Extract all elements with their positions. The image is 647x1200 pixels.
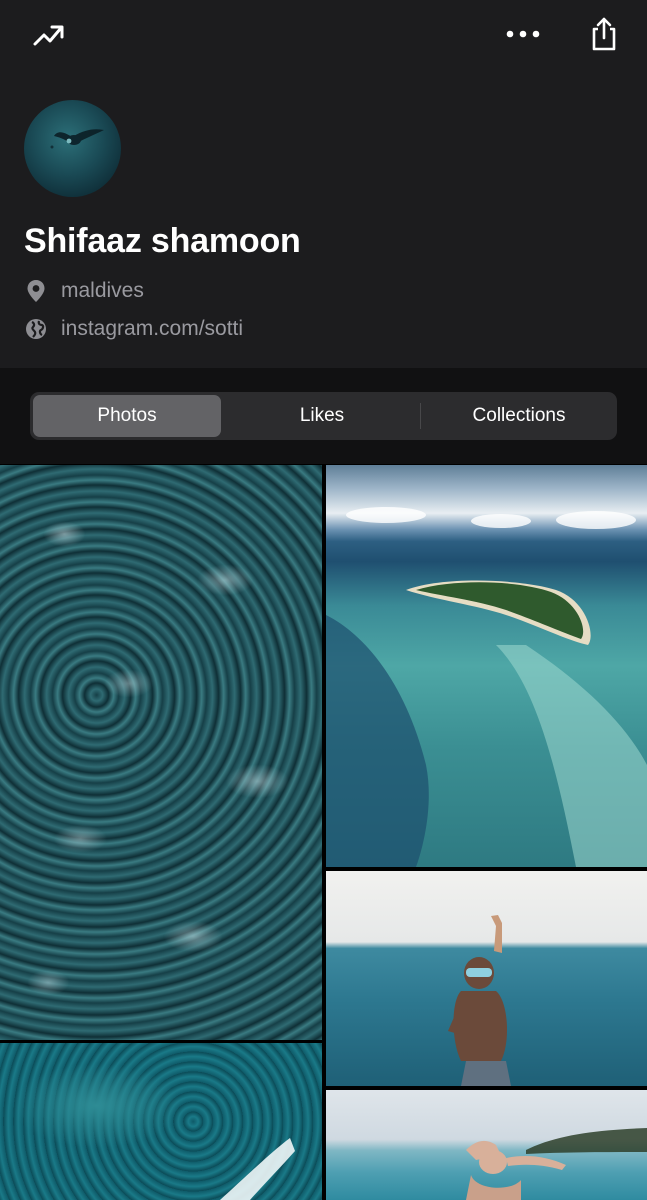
photo-reef-aerial[interactable] xyxy=(0,1043,322,1200)
share-icon xyxy=(592,17,616,51)
location-text: maldives xyxy=(61,279,144,302)
trending-up-icon xyxy=(33,25,64,46)
tab-likes[interactable]: Likes xyxy=(228,395,416,437)
swimmer-illustration xyxy=(466,1128,647,1200)
segmented-control: Photos Likes Collections xyxy=(30,392,617,440)
trending-button[interactable] xyxy=(28,14,68,54)
website-row[interactable]: instagram.com/sotti xyxy=(24,317,243,341)
location-row: maldives xyxy=(24,279,144,303)
segment-divider xyxy=(420,403,421,429)
photo-aerial-atoll[interactable] xyxy=(326,465,647,867)
more-icon xyxy=(506,30,540,38)
profile-screen: Shifaaz shamoon maldives instagram.com/s… xyxy=(0,0,647,1200)
tab-bar-area: Photos Likes Collections xyxy=(0,368,647,464)
website-link[interactable]: instagram.com/sotti xyxy=(61,317,243,341)
atoll-illustration xyxy=(326,507,647,867)
manta-ray-image xyxy=(50,129,104,149)
profile-header: Shifaaz shamoon maldives instagram.com/s… xyxy=(0,0,647,368)
profile-name: Shifaaz shamoon xyxy=(24,222,301,260)
boat-wake-illustration xyxy=(220,1138,295,1200)
share-button[interactable] xyxy=(584,14,624,54)
photo-swimmer[interactable] xyxy=(326,1090,647,1200)
photo-snorkeler[interactable] xyxy=(326,871,647,1086)
tab-collections[interactable]: Collections xyxy=(424,395,614,437)
tab-photos[interactable]: Photos xyxy=(33,395,221,437)
more-button[interactable] xyxy=(503,14,543,54)
avatar[interactable] xyxy=(24,100,121,197)
globe-icon xyxy=(24,317,48,341)
snorkeler-illustration xyxy=(448,915,511,1086)
photo-ocean-waves[interactable] xyxy=(0,465,322,1040)
location-pin-icon xyxy=(24,279,48,303)
